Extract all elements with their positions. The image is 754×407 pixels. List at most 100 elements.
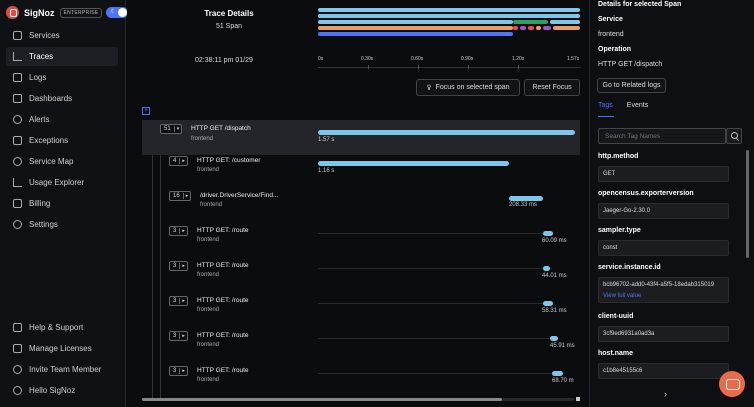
span-expand-toggle[interactable]: 3 ▸ (169, 366, 188, 376)
details-scrollbar[interactable] (746, 150, 749, 258)
span-expand-toggle[interactable]: 3 ▸ (169, 261, 188, 271)
tick-label: 0s (318, 56, 324, 62)
chevron-right-icon: ▸ (179, 368, 187, 374)
alerts-icon (13, 115, 22, 124)
span-name: HTTP GET: /route (197, 262, 249, 269)
chat-support-icon[interactable] (719, 371, 745, 397)
nav-settings[interactable]: Settings (6, 215, 118, 234)
span-service: frontend (197, 272, 220, 278)
service-value: frontend (598, 31, 624, 38)
trace-minimap[interactable] (318, 8, 581, 42)
horizontal-scrollbar[interactable] (142, 398, 574, 401)
brand: SigNoz ENTERPRISE ☾ (6, 6, 129, 19)
span-row[interactable]: 4 ▸ HTTP GET: /customer frontend 1.16 s (142, 154, 580, 189)
moon-icon: ☾ (110, 9, 116, 15)
nav-user-profile[interactable]: Hello SigNoz (6, 381, 118, 400)
span-duration: 44.01 ms (542, 273, 567, 279)
tab-events[interactable]: Events (627, 102, 648, 109)
span-expand-toggle[interactable]: 4 ▸ (169, 156, 188, 166)
span-duration: 1.57 s (318, 137, 335, 143)
billing-icon (13, 199, 22, 208)
span-duration-bar (543, 231, 553, 236)
services-icon (13, 31, 22, 40)
child-count: 3 (173, 298, 177, 304)
tag-key: opencensus.exporterversion (598, 190, 694, 197)
chevron-right-icon[interactable]: › (664, 389, 667, 399)
span-duration: 45.91 ms (550, 343, 575, 349)
nav-invite-team-member[interactable]: Invite Team Member (6, 360, 118, 379)
tag-key: host.name (598, 350, 634, 357)
span-duration-bar (550, 336, 558, 341)
nav-help-support[interactable]: Help & Support (6, 318, 118, 337)
child-count: 51 (164, 126, 171, 132)
exceptions-icon (13, 136, 22, 145)
scroll-thumb[interactable] (142, 398, 502, 401)
view-full-value-link[interactable]: View full value (603, 293, 641, 299)
child-count: 4 (173, 158, 177, 164)
child-count: 3 (173, 333, 177, 339)
invite-user-icon (13, 365, 22, 374)
span-duration-bar (543, 301, 553, 306)
service-map-icon (13, 157, 22, 166)
span-details-panel: Details for selected Span Service fronte… (589, 0, 754, 407)
span-row[interactable]: 3 ▸ HTTP GET: /route frontend 58.31 ms (142, 294, 580, 329)
span-row[interactable]: 3 ▸ HTTP GET: /route frontend 60.09 ms (142, 224, 580, 259)
search-icon[interactable] (726, 128, 742, 144)
details-heading: Details for selected Span (598, 1, 682, 8)
span-service: frontend (197, 237, 220, 243)
nav-traces[interactable]: Traces (6, 47, 118, 66)
nav-dashboards[interactable]: Dashboards (6, 89, 118, 108)
span-row[interactable]: 3 ▸ HTTP GET: /route frontend 45.91 ms (142, 329, 580, 364)
related-logs-button[interactable]: Go to Related logs (597, 78, 666, 93)
span-service: frontend (197, 377, 220, 383)
span-expand-toggle[interactable]: 3 ▸ (169, 226, 188, 236)
span-expand-toggle[interactable]: 3 ▸ (169, 331, 188, 341)
dashboards-icon (13, 94, 22, 103)
chevron-right-icon: ▸ (179, 228, 187, 234)
span-expand-toggle[interactable]: 3 ▸ (169, 296, 188, 306)
chevron-right-icon: ▸ (179, 333, 187, 339)
brand-name: SigNoz (24, 7, 55, 18)
tag-value-text: bcb96702-add0-43f4-a5f5-18edab315019 (603, 282, 715, 288)
tag-search-input[interactable] (598, 128, 726, 144)
help-icon (13, 323, 22, 332)
tag-value: 3cf9ed6931a0ad3a (598, 326, 729, 342)
nav-usage-explorer[interactable]: Usage Explorer (6, 173, 118, 192)
focus-selected-span-button[interactable]: ⊽ Focus on selected span (416, 79, 520, 96)
span-duration-bar (543, 266, 550, 271)
span-row[interactable]: 3 ▸ HTTP GET: /route frontend 44.01 ms (142, 259, 580, 294)
reset-focus-button[interactable]: Reset Focus (524, 79, 580, 96)
nav-exceptions[interactable]: Exceptions (6, 131, 118, 150)
span-duration: 208.33 ms (509, 202, 538, 208)
span-service: frontend (197, 167, 220, 173)
nav-logs[interactable]: Logs (6, 68, 118, 87)
span-name: HTTP GET: /route (197, 367, 249, 374)
span-duration-bar (552, 371, 563, 376)
child-count: 3 (173, 228, 177, 234)
child-count: 3 (173, 368, 177, 374)
tick-label: 0.90s (461, 56, 474, 62)
tick-label: 1.57s (567, 56, 580, 62)
nav-services[interactable]: Services (6, 26, 118, 45)
span-duration-bar (509, 196, 543, 201)
nav-label: Service Map (29, 157, 74, 166)
nav-label: Alerts (29, 115, 50, 124)
nav-billing[interactable]: Billing (6, 194, 118, 213)
span-expand-toggle[interactable]: 51 ▾ (160, 124, 183, 134)
nav-label: Settings (29, 220, 58, 229)
nav-label: Help & Support (29, 323, 84, 332)
span-row[interactable]: 3 ▸ HTTP GET: /route frontend 68.70 m (142, 364, 580, 399)
nav-service-map[interactable]: Service Map (6, 152, 118, 171)
theme-toggle[interactable]: ☾ (106, 7, 129, 18)
expand-all-icon[interactable]: + (142, 107, 150, 115)
span-duration: 58.31 ms (542, 308, 567, 314)
span-row[interactable]: 51 ▾ HTTP GET /dispatch frontend 1.57 s (142, 120, 580, 155)
filter-icon: ⊽ (426, 84, 432, 92)
span-row[interactable]: 16 ▸ /driver.DriverService/Find... fronte… (142, 189, 580, 224)
span-expand-toggle[interactable]: 16 ▸ (169, 191, 192, 201)
nav-alerts[interactable]: Alerts (6, 110, 118, 129)
tab-tags[interactable]: Tags (598, 102, 613, 109)
chevron-right-icon: ▸ (182, 193, 191, 199)
nav-manage-licenses[interactable]: Manage Licenses (6, 339, 118, 358)
active-tab-indicator (598, 116, 614, 117)
